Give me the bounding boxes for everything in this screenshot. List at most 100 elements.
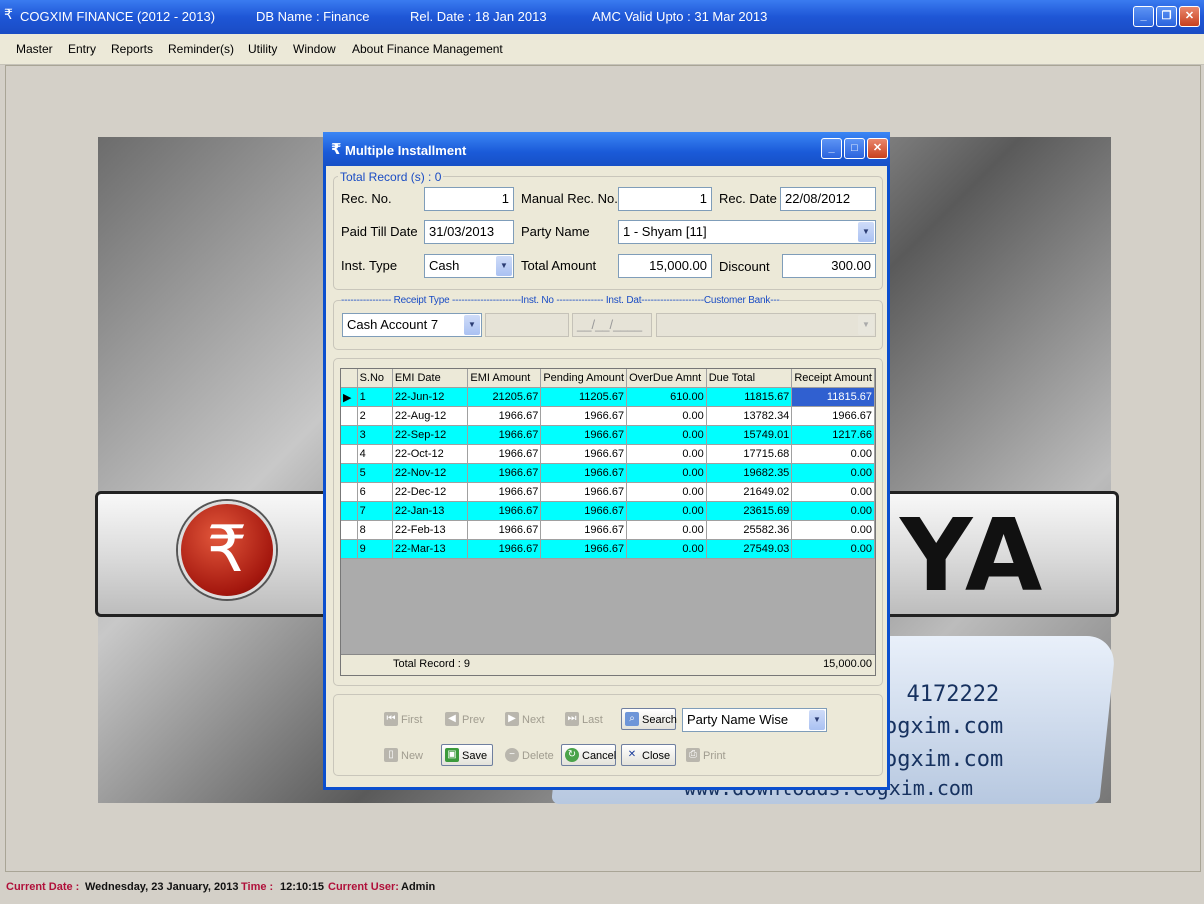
cell-emi-amount[interactable]: 1966.67	[467, 520, 542, 540]
maximize-icon[interactable]: □	[844, 138, 865, 159]
cell-sno[interactable]: 4	[357, 444, 393, 464]
inst-date-field[interactable]: __/__/____	[572, 313, 652, 337]
menu-utility[interactable]: Utility	[248, 42, 277, 56]
cell-receipt-amount[interactable]: 1217.66	[791, 425, 875, 445]
col-emi-amount[interactable]: EMI Amount	[467, 369, 542, 388]
search-mode-select[interactable]: Party Name Wise ▼	[682, 708, 827, 732]
cell-pending-amount[interactable]: 11205.67	[540, 387, 628, 407]
col-sno[interactable]: S.No	[357, 369, 393, 388]
table-row[interactable]: 9 22-Mar-13 1966.67 1966.67 0.00 27549.03 0.00	[341, 539, 875, 559]
print-button[interactable]: ⎙ Print	[682, 744, 737, 766]
table-row[interactable]: 4 22-Oct-12 1966.67 1966.67 0.00 17715.68 0.00	[341, 444, 875, 464]
cell-overdue-amount[interactable]: 0.00	[626, 482, 707, 502]
receipt-type-select[interactable]: Cash Account 7 ▼	[342, 313, 482, 337]
cell-due-total[interactable]: 23615.69	[706, 501, 793, 521]
cell-overdue-amount[interactable]: 0.00	[626, 406, 707, 426]
cell-emi-date[interactable]: 22-Nov-12	[392, 463, 469, 483]
cell-emi-date[interactable]: 22-Jun-12	[392, 387, 469, 407]
cell-pending-amount[interactable]: 1966.67	[540, 444, 628, 464]
cell-emi-date[interactable]: 22-Jan-13	[392, 501, 469, 521]
table-row[interactable]: ▶ 1 22-Jun-12 21205.67 11205.67 610.00 11815.6…	[341, 387, 875, 407]
close-button[interactable]: ✕ Close	[621, 744, 676, 766]
cell-overdue-amount[interactable]: 0.00	[626, 463, 707, 483]
cell-overdue-amount[interactable]: 610.00	[626, 387, 707, 407]
cell-due-total[interactable]: 19682.35	[706, 463, 793, 483]
chevron-down-icon[interactable]: ▼	[496, 256, 512, 276]
inst-no-field[interactable]	[485, 313, 569, 337]
discount-field[interactable]: 300.00	[782, 254, 876, 278]
col-due-total[interactable]: Due Total	[706, 369, 793, 388]
cell-pending-amount[interactable]: 1966.67	[540, 520, 628, 540]
close-icon[interactable]: ✕	[867, 138, 888, 159]
chevron-down-icon[interactable]: ▼	[809, 710, 825, 730]
save-button[interactable]: ▣ Save	[441, 744, 493, 766]
cell-emi-date[interactable]: 22-Dec-12	[392, 482, 469, 502]
cell-sno[interactable]: 9	[357, 539, 393, 559]
cell-due-total[interactable]: 15749.01	[706, 425, 793, 445]
cell-emi-date[interactable]: 22-Sep-12	[392, 425, 469, 445]
cell-emi-amount[interactable]: 1966.67	[467, 425, 542, 445]
cell-receipt-amount[interactable]: 0.00	[791, 463, 875, 483]
table-row[interactable]: 6 22-Dec-12 1966.67 1966.67 0.00 21649.02 0.00	[341, 482, 875, 502]
cell-emi-amount[interactable]: 1966.67	[467, 406, 542, 426]
cell-overdue-amount[interactable]: 0.00	[626, 539, 707, 559]
cell-emi-amount[interactable]: 1966.67	[467, 444, 542, 464]
cell-pending-amount[interactable]: 1966.67	[540, 501, 628, 521]
cell-emi-date[interactable]: 22-Oct-12	[392, 444, 469, 464]
cell-pending-amount[interactable]: 1966.67	[540, 482, 628, 502]
cell-emi-date[interactable]: 22-Aug-12	[392, 406, 469, 426]
chevron-down-icon[interactable]: ▼	[858, 222, 874, 242]
next-button[interactable]: ▶ Next	[501, 708, 553, 730]
delete-button[interactable]: − Delete	[501, 744, 555, 766]
last-button[interactable]: ⏭ Last	[561, 708, 613, 730]
cell-due-total[interactable]: 11815.67	[706, 387, 793, 407]
cell-receipt-amount[interactable]: 0.00	[791, 501, 875, 521]
table-row[interactable]: 8 22-Feb-13 1966.67 1966.67 0.00 25582.36 0.00	[341, 520, 875, 540]
menu-window[interactable]: Window	[293, 42, 336, 56]
cell-overdue-amount[interactable]: 0.00	[626, 444, 707, 464]
prev-button[interactable]: ◀ Prev	[441, 708, 493, 730]
minimize-icon[interactable]: _	[1133, 6, 1154, 27]
cell-pending-amount[interactable]: 1966.67	[540, 425, 628, 445]
cancel-button[interactable]: ↻ Cancel	[561, 744, 616, 766]
menu-master[interactable]: Master	[16, 42, 53, 56]
table-row[interactable]: 2 22-Aug-12 1966.67 1966.67 0.00 13782.34 1966…	[341, 406, 875, 426]
cell-due-total[interactable]: 25582.36	[706, 520, 793, 540]
cell-receipt-amount[interactable]: 11815.67	[791, 387, 875, 407]
new-button[interactable]: ▯ New	[380, 744, 432, 766]
cell-sno[interactable]: 7	[357, 501, 393, 521]
menu-entry[interactable]: Entry	[68, 42, 96, 56]
table-row[interactable]: 7 22-Jan-13 1966.67 1966.67 0.00 23615.69 0.00	[341, 501, 875, 521]
cell-emi-amount[interactable]: 1966.67	[467, 482, 542, 502]
chevron-down-icon[interactable]: ▼	[464, 315, 480, 335]
first-button[interactable]: ⏮ First	[380, 708, 432, 730]
cell-due-total[interactable]: 21649.02	[706, 482, 793, 502]
menu-reminders[interactable]: Reminder(s)	[168, 42, 234, 56]
cell-sno[interactable]: 5	[357, 463, 393, 483]
table-row[interactable]: 5 22-Nov-12 1966.67 1966.67 0.00 19682.35 0.00	[341, 463, 875, 483]
total-amount-field[interactable]: 15,000.00	[618, 254, 712, 278]
close-icon[interactable]: ✕	[1179, 6, 1200, 27]
manual-rec-field[interactable]: 1	[618, 187, 712, 211]
col-receipt-amount[interactable]: Receipt Amount	[791, 369, 875, 388]
cell-due-total[interactable]: 13782.34	[706, 406, 793, 426]
cell-emi-amount[interactable]: 1966.67	[467, 501, 542, 521]
cell-overdue-amount[interactable]: 0.00	[626, 425, 707, 445]
cell-sno[interactable]: 8	[357, 520, 393, 540]
installment-grid[interactable]: S.No EMI Date EMI Amount Pending Amount …	[340, 368, 876, 676]
table-row[interactable]: 3 22-Sep-12 1966.67 1966.67 0.00 15749.01 1217…	[341, 425, 875, 445]
minimize-icon[interactable]: _	[821, 138, 842, 159]
paid-till-field[interactable]: 31/03/2013	[424, 220, 514, 244]
cell-pending-amount[interactable]: 1966.67	[540, 463, 628, 483]
cell-receipt-amount[interactable]: 0.00	[791, 539, 875, 559]
cell-overdue-amount[interactable]: 0.00	[626, 501, 707, 521]
party-name-select[interactable]: 1 - Shyam [11] ▼	[618, 220, 876, 244]
cell-emi-amount[interactable]: 1966.67	[467, 539, 542, 559]
restore-icon[interactable]: ❐	[1156, 6, 1177, 27]
cell-due-total[interactable]: 17715.68	[706, 444, 793, 464]
cell-sno[interactable]: 1	[357, 387, 393, 407]
menu-about[interactable]: About Finance Management	[352, 42, 503, 56]
customer-bank-select[interactable]: ▼	[656, 313, 876, 337]
cell-receipt-amount[interactable]: 0.00	[791, 520, 875, 540]
cell-sno[interactable]: 6	[357, 482, 393, 502]
